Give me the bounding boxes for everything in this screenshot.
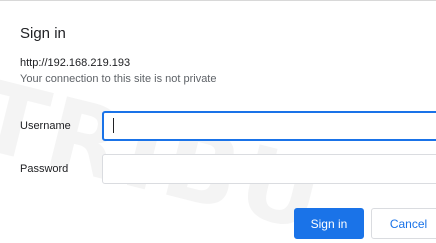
cancel-button[interactable]: Cancel — [371, 208, 436, 239]
connection-warning: Your connection to this site is not priv… — [20, 73, 217, 85]
username-label: Username — [20, 120, 71, 132]
password-label: Password — [20, 163, 69, 175]
text-caret — [113, 118, 114, 133]
watermark-logo: TRIBU — [0, 59, 337, 243]
dialog-title: Sign in — [20, 25, 66, 42]
sign-in-button[interactable]: Sign in — [294, 208, 364, 239]
password-input[interactable] — [102, 154, 436, 184]
sign-in-dialog: TRIBU Sign in http://192.168.219.193 You… — [0, 0, 436, 243]
username-input[interactable] — [102, 111, 436, 141]
site-url: http://192.168.219.193 — [20, 57, 131, 69]
